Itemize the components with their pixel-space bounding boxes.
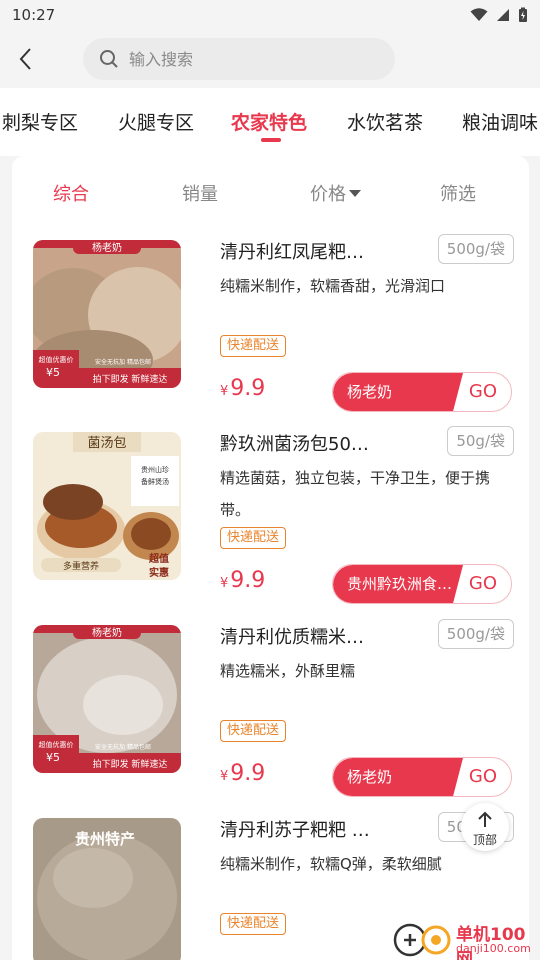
back-to-top-button[interactable]: 顶部 <box>461 803 509 851</box>
product-image[interactable]: 杨老奶 超值优惠价 ¥5 拍下即发 新鲜速达 安全无抗加 精品包邮 <box>33 625 181 773</box>
product-spec: 500g/袋 <box>437 619 514 649</box>
category-tabs: 刺梨专区 火腿专区 农家特色 水饮茗茶 粮油调味 <box>0 88 540 156</box>
wifi-icon <box>470 8 488 21</box>
product-title[interactable]: 清丹利红凤尾粑… <box>220 238 390 264</box>
svg-text:¥5: ¥5 <box>46 366 60 379</box>
go-button[interactable]: 贵州黔玖洲食… GO <box>332 564 512 604</box>
thumb-banner: 杨老奶 <box>92 241 122 254</box>
search-icon <box>100 50 118 68</box>
category-tab-shuiyin[interactable]: 水饮茗茶 <box>347 108 423 135</box>
category-tab-cili[interactable]: 刺梨专区 <box>2 108 78 135</box>
go-button[interactable]: 杨老奶 GO <box>332 757 512 797</box>
product-desc: 精选糯米，外酥里糯 <box>220 662 356 680</box>
signal-icon <box>497 9 509 21</box>
header <box>0 30 540 88</box>
category-tab-huotui[interactable]: 火腿专区 <box>118 108 194 135</box>
svg-text:杨老奶: 杨老奶 <box>92 626 122 639</box>
status-time: 10:27 <box>12 6 56 24</box>
svg-text:贵州山珍: 贵州山珍 <box>141 465 169 474</box>
product-spec: 500g/袋 <box>437 234 514 264</box>
svg-text:拍下即发 新鲜速达: 拍下即发 新鲜速达 <box>93 373 168 385</box>
sort-comprehensive[interactable]: 综合 <box>53 180 89 206</box>
go-label: GO <box>468 381 497 402</box>
product-desc: 纯糯米制作，软糯Q弹，柔软细腻 <box>220 855 442 873</box>
go-label: GO <box>468 766 497 787</box>
battery-icon <box>519 7 527 22</box>
svg-text:备鲜煲汤: 备鲜煲汤 <box>141 477 169 486</box>
svg-text:多重营养: 多重营养 <box>63 560 99 572</box>
chevron-left-icon <box>19 48 31 70</box>
go-button[interactable]: 杨老奶 GO <box>332 372 512 412</box>
watermark-logo: 单机100网 danji100.com <box>392 918 540 960</box>
product-title[interactable]: 清丹利苏子粑粑 … <box>220 816 390 842</box>
product-desc: 纯糯米制作，软糯香甜，光滑润口 <box>220 277 446 295</box>
sort-price-label: 价格 <box>310 184 346 205</box>
product-item[interactable]: 菌汤包 贵州山珍 备鲜煲汤 多重营养 超值 实惠 黔玖洲菌汤包50… 50g/袋… <box>12 426 529 612</box>
product-price: ¥9.9 <box>220 376 266 401</box>
search-box[interactable] <box>83 38 395 80</box>
sort-filter[interactable]: 筛选 <box>440 180 476 206</box>
search-input[interactable] <box>129 49 369 69</box>
sort-sales[interactable]: 销量 <box>182 180 218 206</box>
product-price: ¥9.9 <box>220 568 266 593</box>
product-item[interactable]: 杨老奶 超值优惠价 ¥5 拍下即发 新鲜速达 安全无抗加 精品包邮 清丹利优质糯… <box>12 619 529 805</box>
svg-text:实惠: 实惠 <box>149 566 169 579</box>
svg-text:菌汤包: 菌汤包 <box>87 436 126 451</box>
svg-text:¥5: ¥5 <box>46 751 60 764</box>
arrow-up-icon <box>478 811 492 827</box>
product-image[interactable]: 贵州特产 <box>33 818 181 960</box>
svg-text:安全无抗加 精品包邮: 安全无抗加 精品包邮 <box>95 358 151 366</box>
product-title[interactable]: 黔玖洲菌汤包50… <box>220 430 390 456</box>
watermark-icon <box>393 923 451 957</box>
product-desc: 精选菌菇，独立包装，干净卫生，便于携带。 <box>220 469 491 519</box>
svg-text:拍下即发 新鲜速达: 拍下即发 新鲜速达 <box>93 758 168 770</box>
category-active-indicator <box>261 138 281 142</box>
shop-name: 杨老奶 <box>333 758 463 796</box>
watermark-url: danji100.com <box>456 942 531 955</box>
status-bar: 10:27 <box>0 0 540 30</box>
delivery-tag: 快递配送 <box>220 527 287 549</box>
delivery-tag: 快递配送 <box>220 913 287 935</box>
svg-text:安全无抗加 精品包邮: 安全无抗加 精品包邮 <box>95 743 151 751</box>
back-to-top-label: 顶部 <box>472 833 497 847</box>
sort-bar: 综合 销量 价格 筛选 <box>12 156 529 224</box>
delivery-tag: 快递配送 <box>220 335 287 357</box>
svg-text:贵州特产: 贵州特产 <box>75 830 135 848</box>
product-spec: 50g/袋 <box>447 426 514 456</box>
shop-name: 贵州黔玖洲食… <box>333 565 463 603</box>
product-panel: 综合 销量 价格 筛选 杨老奶 超值优惠价 ¥5 拍下即发 新鲜速达 安全无抗加… <box>12 156 529 960</box>
svg-text:超值优惠价: 超值优惠价 <box>39 355 74 364</box>
product-image[interactable]: 菌汤包 贵州山珍 备鲜煲汤 多重营养 超值 实惠 <box>33 432 181 580</box>
product-item[interactable]: 杨老奶 超值优惠价 ¥5 拍下即发 新鲜速达 安全无抗加 精品包邮 清丹利红凤尾… <box>12 234 529 420</box>
back-button[interactable] <box>18 39 48 79</box>
category-tab-liangyou[interactable]: 粮油调味 <box>462 108 538 135</box>
status-icons <box>470 7 528 23</box>
product-image[interactable]: 杨老奶 超值优惠价 ¥5 拍下即发 新鲜速达 安全无抗加 精品包邮 <box>33 240 181 388</box>
product-title[interactable]: 清丹利优质糯米… <box>220 623 390 649</box>
category-tab-nongjia[interactable]: 农家特色 <box>231 108 307 135</box>
product-price: ¥9.9 <box>220 761 266 786</box>
shop-name: 杨老奶 <box>333 373 463 411</box>
svg-text:超值优惠价: 超值优惠价 <box>39 740 74 749</box>
svg-text:超值: 超值 <box>148 552 169 565</box>
go-label: GO <box>468 573 497 594</box>
caret-down-icon <box>349 190 361 197</box>
sort-price[interactable]: 价格 <box>310 180 361 206</box>
delivery-tag: 快递配送 <box>220 720 287 742</box>
